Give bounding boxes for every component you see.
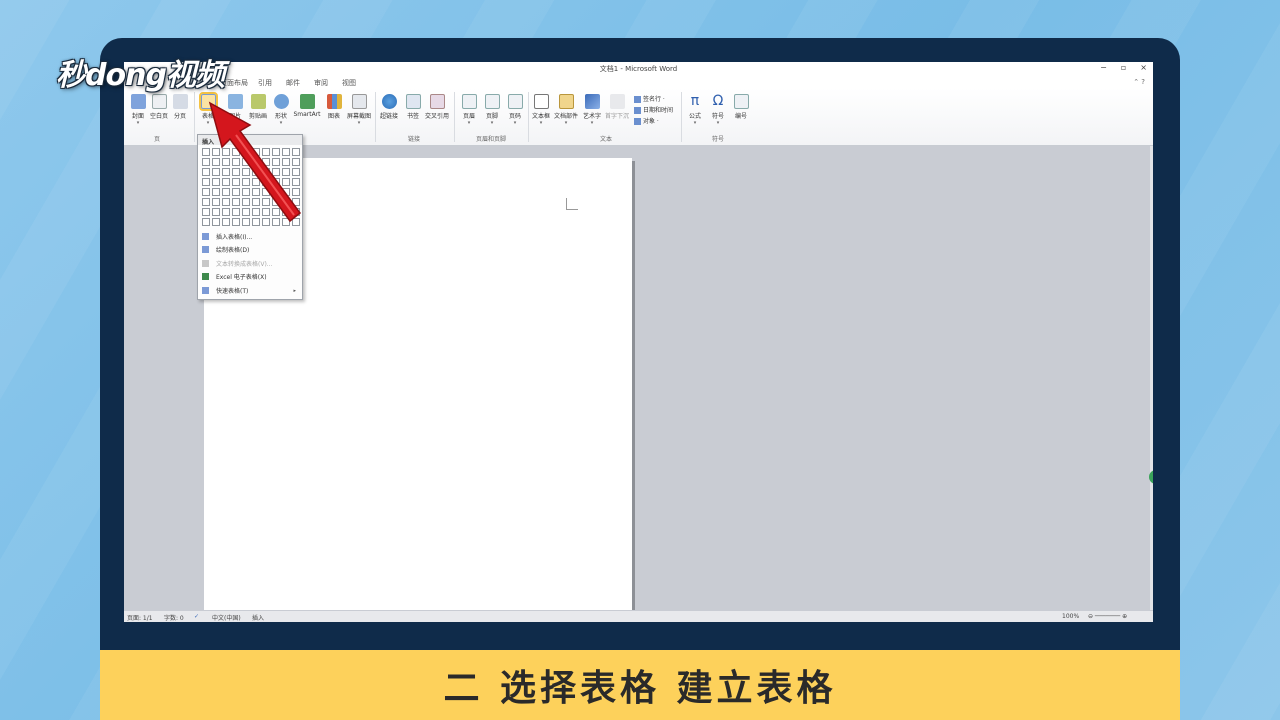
header-icon: [461, 94, 477, 109]
cover-page-icon: [130, 94, 146, 109]
convert-icon: [202, 260, 209, 267]
chart-icon: [326, 94, 342, 109]
cover-page-button[interactable]: 封面 ▾: [127, 94, 149, 126]
zoom-slider[interactable]: ⊖ ─────── ⊕: [1088, 613, 1127, 620]
omega-icon: Ω: [712, 93, 724, 109]
screenshot-button[interactable]: 屏幕截图 ▾: [347, 94, 371, 126]
qiudong-video-logo: 秒dong视频: [56, 58, 225, 93]
vertical-scrollbar[interactable]: [1150, 146, 1153, 610]
tab-references[interactable]: 引用: [258, 78, 272, 88]
pi-icon: π: [690, 93, 700, 109]
header-footer-group-label: 页眉和页脚: [476, 136, 507, 143]
window-controls: − ▫ ×: [1100, 63, 1147, 72]
caption-bar: 二 选择表格 建立表格: [100, 650, 1180, 720]
excel-spreadsheet-item[interactable]: Excel 电子表格(X): [202, 272, 267, 281]
equation-button[interactable]: π 公式 ▾: [684, 93, 706, 127]
wordart-button[interactable]: 艺术字 ▾: [581, 94, 603, 126]
language[interactable]: 中文(中国): [212, 613, 241, 622]
page-break-button[interactable]: 分页: [169, 94, 191, 120]
bookmark-icon: [405, 94, 421, 109]
footer-button[interactable]: 页脚 ▾: [481, 94, 503, 126]
page-break-icon: [172, 94, 188, 109]
help-icon[interactable]: ⌃ ?: [1133, 78, 1145, 86]
signature-icon: [634, 96, 641, 103]
footer-icon: [484, 94, 500, 109]
tab-review[interactable]: 审阅: [314, 78, 328, 88]
title-bar: 文档1 - Microsoft Word − ▫ ×: [124, 62, 1153, 76]
close-button[interactable]: ×: [1140, 63, 1147, 72]
quick-table-icon: [202, 287, 209, 294]
numbering-button[interactable]: 编号: [730, 94, 752, 120]
restore-button[interactable]: ▫: [1121, 63, 1126, 72]
page-number-button[interactable]: 页码 ▾: [504, 94, 526, 126]
symbols-group-label: 符号: [712, 136, 725, 143]
links-group-label: 链接: [408, 136, 421, 143]
minimize-button[interactable]: −: [1100, 63, 1107, 72]
numbering-icon: [733, 94, 749, 109]
tab-mailings[interactable]: 邮件: [286, 78, 300, 88]
textbox-button[interactable]: 文本框 ▾: [530, 94, 552, 126]
signature-line-button[interactable]: 签名行 ·: [634, 94, 665, 103]
screenshot-icon: [351, 94, 367, 109]
symbol-button[interactable]: Ω 符号 ▾: [707, 93, 729, 127]
word-count[interactable]: 字数: 0: [164, 613, 184, 622]
wordart-icon: [584, 94, 600, 109]
cross-reference-button[interactable]: 交叉引用: [425, 94, 449, 120]
globe-icon: [381, 94, 397, 109]
status-bar: 页面: 1/1 字数: 0 ✓ 中文(中国) 插入 100% ⊖ ───────…: [124, 610, 1153, 622]
header-button[interactable]: 页眉 ▾: [458, 94, 480, 126]
chart-button[interactable]: 图表: [323, 94, 345, 120]
table-icon: [202, 233, 209, 240]
calendar-icon: [634, 107, 641, 114]
zoom-level[interactable]: 100%: [1062, 613, 1079, 620]
cross-reference-icon: [429, 94, 445, 109]
blank-page-icon: [151, 94, 167, 109]
drop-cap-button[interactable]: 首字下沉: [605, 94, 629, 120]
draw-table-item[interactable]: 绘制表格(D): [202, 245, 249, 254]
date-time-button[interactable]: 日期和时间: [634, 105, 673, 114]
excel-icon: [202, 273, 209, 280]
insert-table-item[interactable]: 插入表格(I)...: [202, 232, 252, 241]
ribbon-tabs: 页面布局 引用 邮件 审阅 视图 ⌃ ?: [124, 76, 1153, 88]
quick-parts-button[interactable]: 文档部件 ▾: [554, 94, 578, 126]
text-group-label: 文本: [600, 136, 613, 143]
submenu-arrow-icon: ▸: [293, 287, 296, 294]
page-number-icon: [507, 94, 523, 109]
textbox-icon: [533, 94, 549, 109]
object-icon: [634, 118, 641, 125]
proofing-icon[interactable]: ✓: [194, 613, 199, 620]
quick-tables-item[interactable]: 快速表格(T) ▸: [202, 286, 300, 295]
quick-parts-icon: [558, 94, 574, 109]
object-button[interactable]: 对象 ·: [634, 116, 659, 125]
margin-marker: [566, 198, 578, 210]
window-title: 文档1 - Microsoft Word: [599, 65, 678, 73]
convert-text-item: 文本转换成表格(V)...: [202, 259, 273, 268]
red-arrow-annotation: [208, 101, 302, 223]
insert-mode[interactable]: 插入: [252, 613, 264, 622]
page-count[interactable]: 页面: 1/1: [127, 613, 153, 622]
drop-cap-icon: [609, 94, 625, 109]
caption-text: 二 选择表格 建立表格: [443, 668, 837, 709]
pencil-icon: [202, 246, 209, 253]
tab-view[interactable]: 视图: [342, 78, 356, 88]
page-group-label: 页: [154, 136, 161, 143]
